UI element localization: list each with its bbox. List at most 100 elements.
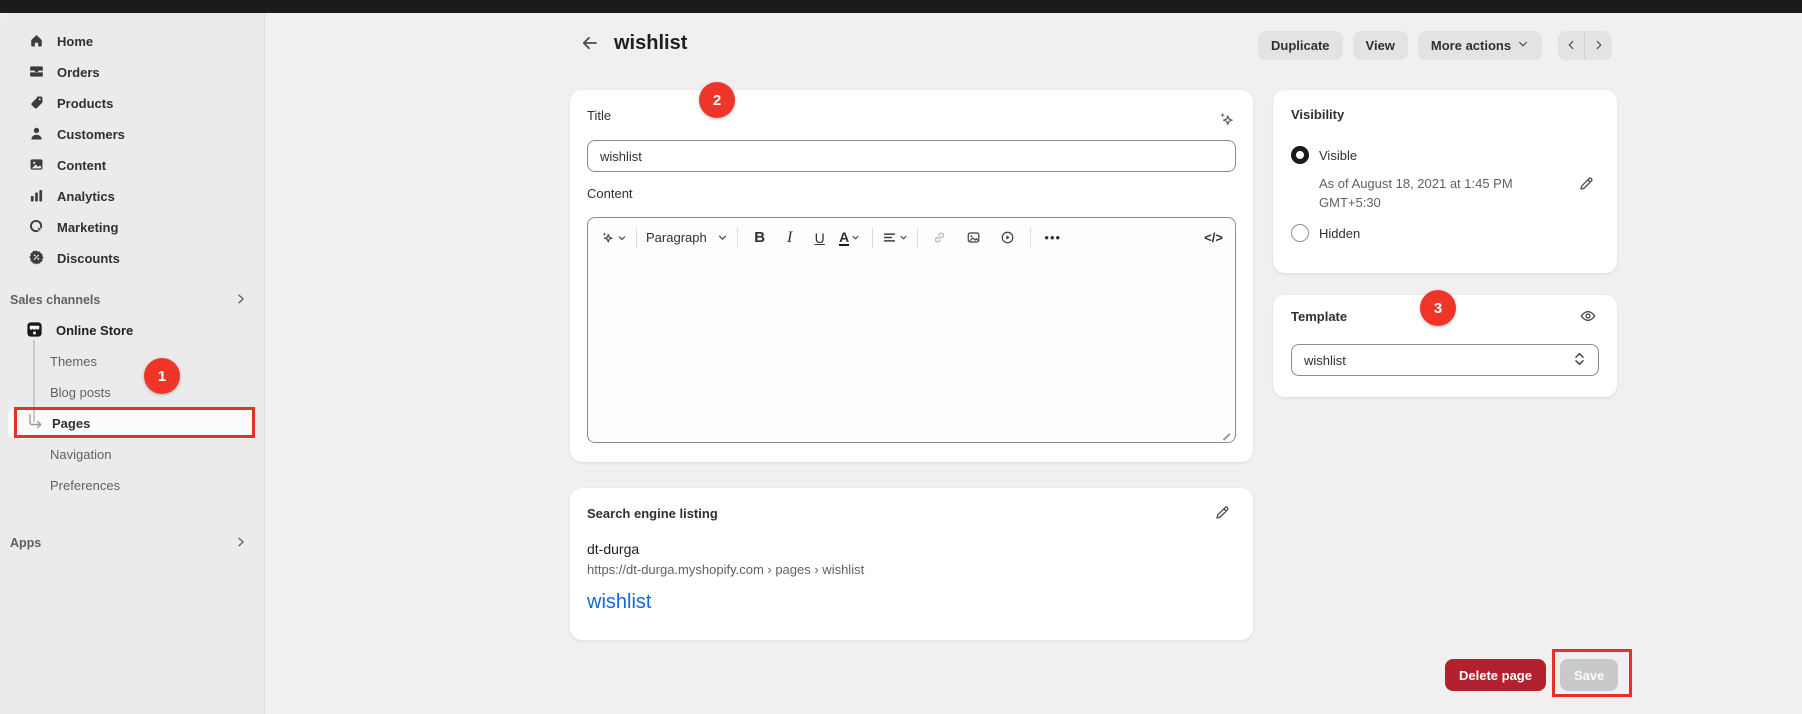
content-editor-area[interactable]	[588, 257, 1235, 442]
pencil-icon	[1578, 175, 1595, 192]
align-lines-icon	[882, 230, 897, 245]
chevron-down-icon	[899, 233, 908, 242]
seo-breadcrumb-url: https://dt-durga.myshopify.com › pages ›…	[587, 562, 864, 577]
rte-video-button[interactable]	[995, 225, 1021, 251]
seo-card-title: Search engine listing	[587, 506, 718, 521]
sidebar-item-home[interactable]: Home	[0, 26, 264, 57]
chevron-right-icon	[234, 535, 248, 552]
toolbar-divider	[917, 228, 918, 248]
products-icon	[28, 94, 45, 114]
page-details-card: Title Content Paragraph B	[570, 90, 1253, 462]
sidebar-item-online-store[interactable]: Online Store	[0, 315, 264, 346]
image-icon	[966, 230, 981, 245]
delete-page-button[interactable]: Delete page	[1445, 659, 1546, 691]
shopify-admin-page-editor: Home Orders Products Customers Content A…	[0, 0, 1802, 714]
sidebar-item-marketing[interactable]: Marketing	[0, 212, 264, 243]
visible-since-note: As of August 18, 2021 at 1:45 PM GMT+5:3…	[1319, 174, 1513, 212]
sidebar-item-discounts[interactable]: Discounts	[0, 243, 264, 274]
sidebar: Home Orders Products Customers Content A…	[0, 13, 265, 714]
view-template-icon[interactable]	[1579, 307, 1597, 325]
sidebar-item-navigation[interactable]: Navigation	[8, 439, 255, 470]
rte-text-color-button[interactable]: A	[837, 225, 863, 251]
rte-paragraph-style-dropdown[interactable]: Paragraph	[646, 230, 728, 245]
link-icon	[932, 230, 947, 245]
sidebar-item-analytics[interactable]: Analytics	[0, 181, 264, 212]
duplicate-button[interactable]: Duplicate	[1258, 31, 1343, 59]
eye-icon	[1579, 307, 1597, 325]
toolbar-divider	[1030, 228, 1031, 248]
visibility-title: Visibility	[1291, 107, 1344, 122]
toolbar-divider	[636, 228, 637, 248]
sidebar-tree-line	[33, 340, 35, 422]
top-black-bar	[0, 0, 1802, 13]
sidebar-item-blog-posts[interactable]: Blog posts	[8, 377, 255, 408]
chevron-down-icon	[717, 232, 728, 243]
title-input[interactable]	[587, 140, 1236, 172]
seo-site-name: dt-durga	[587, 541, 864, 557]
page-header: wishlist	[578, 31, 687, 55]
sidebar-item-preferences[interactable]: Preferences	[8, 470, 255, 501]
hidden-radio[interactable]	[1291, 224, 1309, 242]
rte-code-view-button[interactable]: </>	[1204, 230, 1223, 245]
toolbar-divider	[737, 228, 738, 248]
seo-page-link[interactable]: wishlist	[587, 591, 864, 614]
discounts-icon	[28, 249, 45, 269]
sidebar-item-products[interactable]: Products	[0, 88, 264, 119]
search-engine-listing-card: Search engine listing dt-durga https://d…	[570, 488, 1253, 640]
rich-text-editor: Paragraph B I U A	[587, 217, 1236, 443]
rte-underline-button[interactable]: U	[807, 225, 833, 251]
sidebar-section-apps[interactable]: Apps	[0, 528, 264, 558]
template-title: Template	[1291, 309, 1347, 324]
home-icon	[28, 32, 45, 52]
edit-visibility-date-icon[interactable]	[1578, 175, 1595, 192]
chevron-right-icon	[234, 292, 248, 309]
more-actions-button[interactable]: More actions	[1418, 31, 1542, 59]
visibility-card: Visibility Visible As of August 18, 2021…	[1273, 90, 1617, 273]
chevron-down-icon	[851, 233, 860, 242]
template-select[interactable]: wishlist	[1291, 344, 1599, 376]
orders-icon	[28, 63, 45, 83]
resize-handle[interactable]	[1223, 433, 1230, 440]
marketing-icon	[28, 218, 45, 238]
visible-radio[interactable]	[1291, 146, 1309, 164]
sidebar-section-sales-channels[interactable]: Sales channels	[0, 285, 264, 315]
hidden-radio-label[interactable]: Hidden	[1319, 226, 1360, 241]
toolbar-divider	[872, 228, 873, 248]
page-title: wishlist	[614, 32, 687, 55]
back-arrow-icon[interactable]	[578, 31, 602, 55]
play-circle-icon	[1000, 230, 1015, 245]
sidebar-item-customers[interactable]: Customers	[0, 119, 264, 150]
content-field-label: Content	[587, 186, 633, 201]
pencil-icon	[1214, 504, 1231, 521]
visible-radio-label[interactable]: Visible	[1319, 148, 1357, 163]
magic-sparkle-icon[interactable]	[1217, 110, 1235, 133]
content-icon	[28, 156, 45, 176]
rte-italic-button[interactable]: I	[777, 225, 803, 251]
online-store-icon	[25, 320, 44, 342]
next-page-button[interactable]	[1585, 31, 1612, 59]
save-button[interactable]: Save	[1560, 659, 1618, 691]
rte-link-button[interactable]	[927, 225, 953, 251]
rte-image-button[interactable]	[961, 225, 987, 251]
record-pager	[1558, 31, 1612, 59]
rte-alignment-button[interactable]	[882, 225, 908, 251]
template-card: Template wishlist	[1273, 295, 1617, 397]
chevron-down-icon	[1517, 38, 1529, 53]
sidebar-item-themes[interactable]: Themes	[8, 346, 255, 377]
sidebar-item-content[interactable]: Content	[0, 150, 264, 181]
title-field-label: Title	[587, 108, 611, 123]
chevron-down-icon	[617, 233, 627, 243]
rte-bold-button[interactable]: B	[747, 225, 773, 251]
header-actions: Duplicate View More actions	[1258, 31, 1612, 59]
edit-seo-icon[interactable]	[1214, 504, 1231, 521]
branch-arrow-icon	[28, 414, 44, 433]
previous-page-button[interactable]	[1558, 31, 1585, 59]
customers-icon	[28, 125, 45, 145]
sidebar-item-orders[interactable]: Orders	[0, 57, 264, 88]
rte-more-options-button[interactable]: •••	[1040, 225, 1066, 251]
rte-magic-button[interactable]	[600, 225, 627, 251]
rte-toolbar: Paragraph B I U A	[588, 218, 1235, 257]
analytics-icon	[28, 187, 45, 207]
sidebar-item-pages[interactable]: Pages	[8, 408, 255, 439]
view-button[interactable]: View	[1353, 31, 1408, 59]
